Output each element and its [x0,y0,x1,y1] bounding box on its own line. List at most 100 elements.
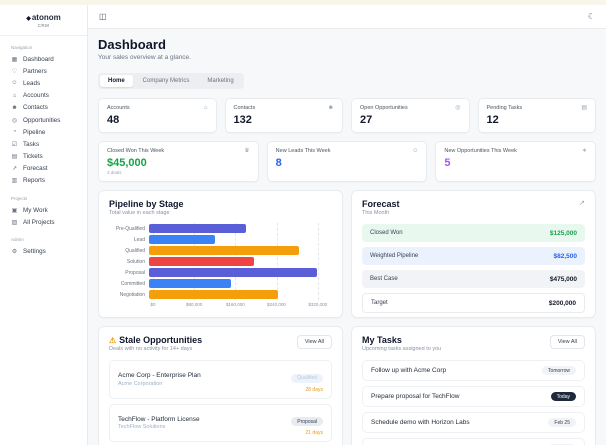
tab-company-metrics[interactable]: Company Metrics [135,75,198,87]
stale-subtitle: Deals with no activity for 14+ days [109,346,193,352]
stat-card-value: 12 [486,114,499,126]
my-tasks-panel: My Tasks Upcoming tasks assigned to you … [351,326,596,445]
sidebar-item-settings[interactable]: ⚙ Settings [0,245,87,257]
sidebar-section: Admin ⚙ Settings [0,228,87,257]
sidebar-item-opportunities[interactable]: ◎ Opportunities [0,114,87,126]
x-tick-label: $160,000 [225,302,245,307]
x-tick-label: $240,000 [267,302,286,307]
opportunities-icon: ◎ [11,117,18,124]
stat-card-label: Accounts [107,105,130,111]
chart-bar-row: Solution [109,256,332,267]
days-stale: 21 days [305,430,323,436]
sidebar-item-label: Reports [23,177,46,185]
sidebar-item-pipeline[interactable]: ◔ Pipeline [0,126,87,138]
forecast-rows: Closed Won $125,000 Weighted Pipeline $8… [362,224,585,313]
leads-icon: ☺ [11,80,18,87]
my-work-icon: ▣ [11,207,18,214]
forecast-row-label: Best Case [370,276,398,282]
forecast-row-label: Target [371,300,388,306]
forecast-panel: Forecast This Month ↗ Closed Won $125,00… [351,190,596,318]
sidebar-section-label: Projects [11,196,28,202]
card-new-opportunities-this-week: New Opportunities This Week ∗ 5 [435,141,597,182]
sidebar-item-leads[interactable]: ☺ Leads [0,77,87,89]
chart-bar-row: Committed [109,278,332,289]
stale-view-all-button[interactable]: View All [296,335,332,349]
week-cards-row: Closed Won This Week ♛ $45,000 3 deals N… [98,141,597,182]
chart-bar-committed [149,279,231,288]
stale-opportunity-item[interactable]: TechFlow - Platform License TechFlow Sol… [109,403,332,442]
forecast-subtitle: This Month [362,210,390,216]
sidebar-section-label: Admin [11,237,24,243]
sidebar-section-label: Navigation [11,45,33,50]
chart-category-label: Committed [120,280,145,287]
forecast-row-weighted-pipeline: Weighted Pipeline $82,500 [362,247,585,265]
stale-opportunity-item[interactable]: Acme Corp - Enterprise Plan Acme Corpora… [109,360,332,399]
theme-toggle-icon[interactable]: ☾ [588,12,595,21]
sidebar-item-tasks[interactable]: ☑ Tasks [0,138,87,150]
card-accounts: Accounts ⌂ 48 [98,98,217,133]
sidebar-item-label: Tickets [23,153,43,161]
task-due-badge: Today [550,392,576,401]
building-icon: ⌂ [203,105,208,111]
task-item[interactable]: Schedule demo with Horizon Labs Feb 25 [362,412,585,433]
sidebar-section: Projects ▣ My Work ▧ All Projects [0,187,87,228]
tasks-view-all-button[interactable]: View All [549,335,585,349]
task-due-badge: Tomorrow [542,366,576,375]
task-item[interactable]: Prepare proposal for TechFlow Today [362,386,585,407]
tab-marketing[interactable]: Marketing [199,75,241,87]
dashboard-icon: ▦ [11,56,18,63]
sidebar-item-partners[interactable]: ♡ Partners [0,65,87,77]
task-title: Follow up with Acme Corp [371,367,447,374]
sidebar-item-dashboard[interactable]: ▦ Dashboard [0,53,87,65]
sidebar-item-contacts[interactable]: ☻ Contacts [0,102,87,114]
sidebar-item-all-projects[interactable]: ▧ All Projects [0,216,87,228]
card-contacts: Contacts ☻ 132 [224,98,343,133]
sidebar-item-forecast[interactable]: ↗ Forecast [0,163,87,175]
stat-card-value: 5 [444,157,451,169]
sidebar-item-label: Tasks [23,140,40,148]
stat-card-label: New Leads This Week [275,148,331,154]
sidebar-item-tickets[interactable]: ▤ Tickets [0,151,87,163]
stat-card-label: Pending Tasks [486,105,523,111]
stat-card-value: 132 [233,114,252,126]
top-header-bar: ◫ ☾ [88,5,606,29]
clipboard-icon: ▤ [581,105,587,111]
trophy-icon: ♛ [244,148,250,154]
task-item[interactable]: Review contract terms - Pinnacle Feb 27 [362,438,585,445]
task-item[interactable]: Follow up with Acme Corp Tomorrow [362,360,585,381]
forecast-icon: ↗ [11,166,18,173]
logo-mark-icon: ◆ [26,16,31,22]
tickets-icon: ▤ [11,154,18,161]
stage-badge: Qualified [291,373,323,383]
sidebar-item-label: My Work [23,206,48,214]
chart-bar-solution [149,257,255,266]
stat-card-label: Open Opportunities [360,105,408,111]
bottom-panels-row: ⚠ Stale Opportunities Deals with no activ… [98,326,596,445]
sidebar-toggle-icon[interactable]: ◫ [99,12,107,21]
sidebar-item-label: Partners [23,67,47,75]
x-tick-label: $320,000 [308,302,328,307]
sidebar-item-accounts[interactable]: ⌂ Accounts [0,90,87,102]
forecast-row-closed-won: Closed Won $125,000 [362,224,585,242]
chart-bar-lead [149,235,215,244]
pipeline-icon: ◔ [12,129,17,136]
sidebar-section: Navigation ▦ Dashboard ♡ Partners ☺ Lead… [0,36,87,187]
tasks-icon: ☑ [11,141,18,148]
chart-bar-row: Qualified [109,245,332,256]
forecast-row-value: $200,000 [548,299,576,307]
dashboard-tabs: Home Company Metrics Marketing [98,73,244,89]
opportunity-company: TechFlow Solutions [118,424,166,430]
stat-card-label: Contacts [233,105,256,111]
pipeline-subtitle: Total value in each stage [109,210,170,216]
forecast-row-value: $82,500 [553,252,578,260]
sidebar-item-reports[interactable]: ▥ Reports [0,175,87,187]
logo-subtext: CRM [37,23,50,28]
tab-home[interactable]: Home [100,75,133,87]
all-projects-icon: ▧ [11,219,18,226]
chart-category-label: Qualified [125,247,145,254]
chart-bar-negotiation [149,290,278,299]
users-icon: ☻ [327,105,334,111]
chart-category-label: Pre-Qualified [115,225,145,232]
sidebar-item-my-work[interactable]: ▣ My Work [0,204,87,216]
pipeline-panel: Pipeline by Stage Total value in each st… [98,190,343,318]
